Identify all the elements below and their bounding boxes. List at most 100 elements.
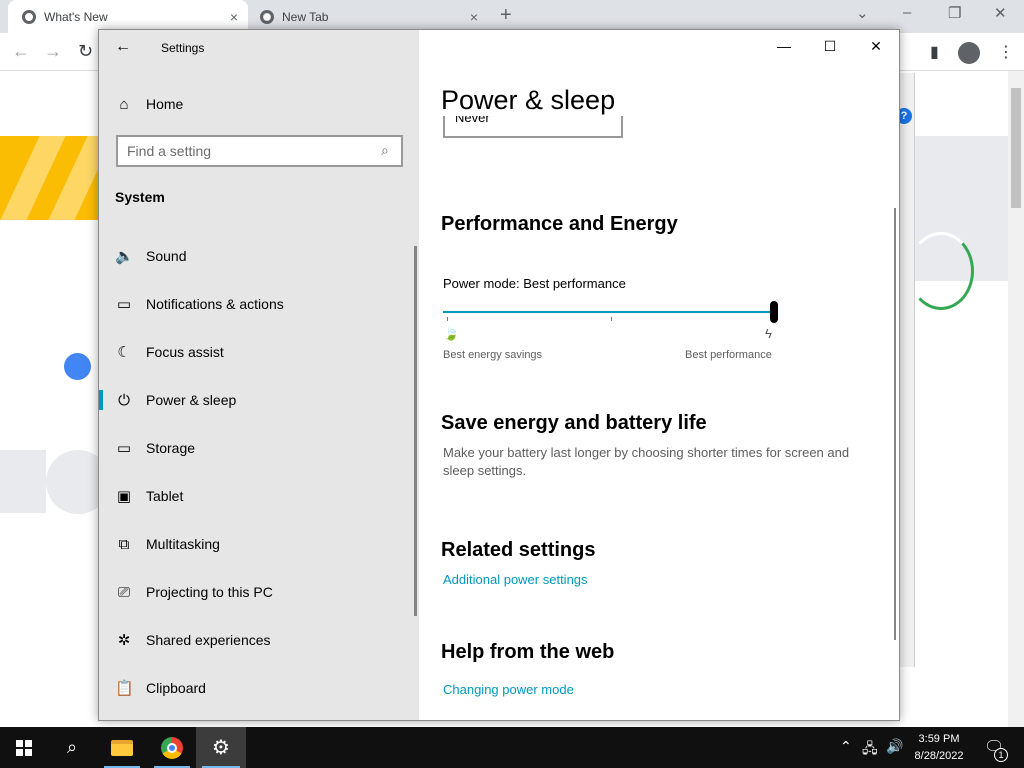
search-box[interactable]: ⌕ <box>116 135 403 167</box>
settings-window: ← Settings ⌂ Home ⌕ System 🔈 Sound ▭ Not… <box>98 29 900 721</box>
notification-icon: ▭ <box>116 296 132 313</box>
nav-scrollbar[interactable] <box>414 246 417 616</box>
section-heading: System <box>115 189 165 205</box>
settings-nav-pane: ← Settings ⌂ Home ⌕ System 🔈 Sound ▭ Not… <box>99 30 419 720</box>
sidebar-item-multitasking[interactable]: ⧉ Multitasking <box>99 524 415 564</box>
back-arrow-icon[interactable]: ← <box>115 38 131 56</box>
home-icon: ⌂ <box>119 95 129 113</box>
search-input[interactable] <box>118 137 368 165</box>
sidebar-item-focus-assist[interactable]: ☾ Focus assist <box>99 332 415 372</box>
sidebar-item-label: Tablet <box>146 488 184 504</box>
projecting-icon: ⎚ <box>117 583 130 601</box>
clock-date: 8/28/2022 <box>914 750 964 762</box>
new-tab-button[interactable]: + <box>500 4 512 27</box>
sidebar-item-sound[interactable]: 🔈 Sound <box>99 236 415 276</box>
sidebar-item-label: Storage <box>146 440 196 456</box>
power-mode-slider-thumb[interactable] <box>770 301 778 323</box>
help-heading: Help from the web <box>441 641 615 663</box>
page-decoration <box>0 450 46 513</box>
chevron-up-icon[interactable]: ⌃ <box>840 738 852 755</box>
sleep-dropdown[interactable]: Never <box>443 116 623 138</box>
save-energy-description: Make your battery last longer by choosin… <box>443 445 850 478</box>
side-panel-icon[interactable]: ▮ <box>930 42 939 62</box>
slider-min-label: Best energy savings <box>443 349 543 361</box>
app-title: Settings <box>161 41 205 55</box>
page-title: Power & sleep <box>441 85 616 115</box>
minimize-icon: — <box>777 38 791 54</box>
reload-icon[interactable]: ↻ <box>78 41 93 62</box>
sidebar-item-clipboard[interactable]: 📋 Clipboard <box>99 668 415 708</box>
settings-content-pane: — ☐ ✕ Power & sleep Never Performance an… <box>419 30 899 720</box>
tablet-icon: ▣ <box>116 488 132 505</box>
sidebar-item-label: Clipboard <box>146 680 206 696</box>
back-arrow-icon[interactable]: ← <box>12 41 30 62</box>
taskbar-clock[interactable]: 3:59 PM 8/28/2022 <box>906 731 972 765</box>
profile-avatar[interactable] <box>958 42 980 64</box>
taskbar-file-explorer[interactable] <box>98 727 146 768</box>
search-icon[interactable]: ⌕ <box>381 142 389 159</box>
chrome-icon <box>161 736 183 759</box>
changing-power-mode-link[interactable]: Changing power mode <box>443 682 574 697</box>
taskbar-search-button[interactable]: ⌕ <box>48 727 96 768</box>
sidebar-item-label: Power & sleep <box>146 392 237 408</box>
clock-time: 3:59 PM <box>918 733 960 745</box>
lightning-icon: ϟ <box>765 326 772 341</box>
start-button[interactable] <box>0 727 48 768</box>
close-icon[interactable]: × <box>230 9 238 25</box>
slider-max-label: Best performance <box>685 349 772 361</box>
clipboard-icon: 📋 <box>115 680 134 697</box>
folder-icon <box>111 739 133 756</box>
additional-power-settings-link[interactable]: Additional power settings <box>443 572 588 587</box>
maximize-button[interactable]: ☐ <box>807 30 853 62</box>
search-icon: ⌕ <box>66 737 78 757</box>
sidebar-item-notifications[interactable]: ▭ Notifications & actions <box>99 284 415 324</box>
slider-tick <box>447 317 448 321</box>
network-icon[interactable]: 🖧 <box>862 738 878 762</box>
windows-logo-icon <box>16 739 32 756</box>
multitasking-icon: ⧉ <box>118 535 130 553</box>
sidebar-item-label: Shared experiences <box>146 632 271 648</box>
sidebar-item-shared-experiences[interactable]: ✲ Shared experiences <box>99 620 415 660</box>
gear-icon: ⚙ <box>212 737 230 759</box>
maximize-icon: ☐ <box>823 37 837 54</box>
storage-icon: ▭ <box>116 440 132 457</box>
related-settings-heading: Related settings <box>441 539 596 561</box>
chevron-down-icon[interactable]: ⌄ <box>856 4 869 22</box>
slider-tick <box>611 317 612 321</box>
menu-dots-icon[interactable]: ⋮ <box>998 42 1014 62</box>
volume-icon[interactable]: 🔊 <box>886 738 903 755</box>
nav-home[interactable]: ⌂ Home <box>99 88 419 120</box>
sidebar-item-power-sleep[interactable]: ⏻ Power & sleep <box>99 380 415 420</box>
sidebar-item-label: Multitasking <box>146 536 220 552</box>
power-mode-slider-track[interactable] <box>443 311 777 313</box>
save-energy-heading: Save energy and battery life <box>441 412 707 434</box>
background-window-edge <box>899 73 915 667</box>
close-icon[interactable]: ✕ <box>994 4 1007 22</box>
sidebar-item-label: Focus assist <box>146 344 224 360</box>
sleep-dropdown-value: Never <box>455 116 490 125</box>
close-button[interactable]: ✕ <box>853 30 899 62</box>
browser-tab-label: What's New <box>44 9 108 24</box>
browser-tab-label: New Tab <box>282 9 329 24</box>
close-icon[interactable]: × <box>470 9 478 25</box>
sidebar-item-projecting[interactable]: ⎚ Projecting to this PC <box>99 572 415 612</box>
sidebar-item-label: Sound <box>146 248 187 264</box>
shared-experiences-icon: ✲ <box>117 632 131 649</box>
restore-icon[interactable]: ❐ <box>948 4 961 22</box>
taskbar-chrome[interactable] <box>148 727 196 768</box>
sidebar-item-storage[interactable]: ▭ Storage <box>99 428 415 468</box>
page-decoration <box>908 232 974 310</box>
power-icon: ⏻ <box>118 391 130 409</box>
minimize-icon[interactable]: – <box>903 4 911 21</box>
sidebar-item-tablet[interactable]: ▣ Tablet <box>99 476 415 516</box>
forward-arrow-icon[interactable]: → <box>44 41 62 62</box>
nav-home-label: Home <box>146 96 184 112</box>
browser-scrollbar-thumb[interactable] <box>1011 88 1021 208</box>
content-scrollbar[interactable] <box>894 208 896 640</box>
taskbar-settings[interactable]: ⚙ <box>196 727 246 768</box>
minimize-button[interactable]: — <box>761 30 807 62</box>
close-icon: ✕ <box>870 37 882 54</box>
page-decoration <box>64 353 91 380</box>
chrome-icon <box>22 9 36 24</box>
chrome-icon <box>260 9 274 24</box>
